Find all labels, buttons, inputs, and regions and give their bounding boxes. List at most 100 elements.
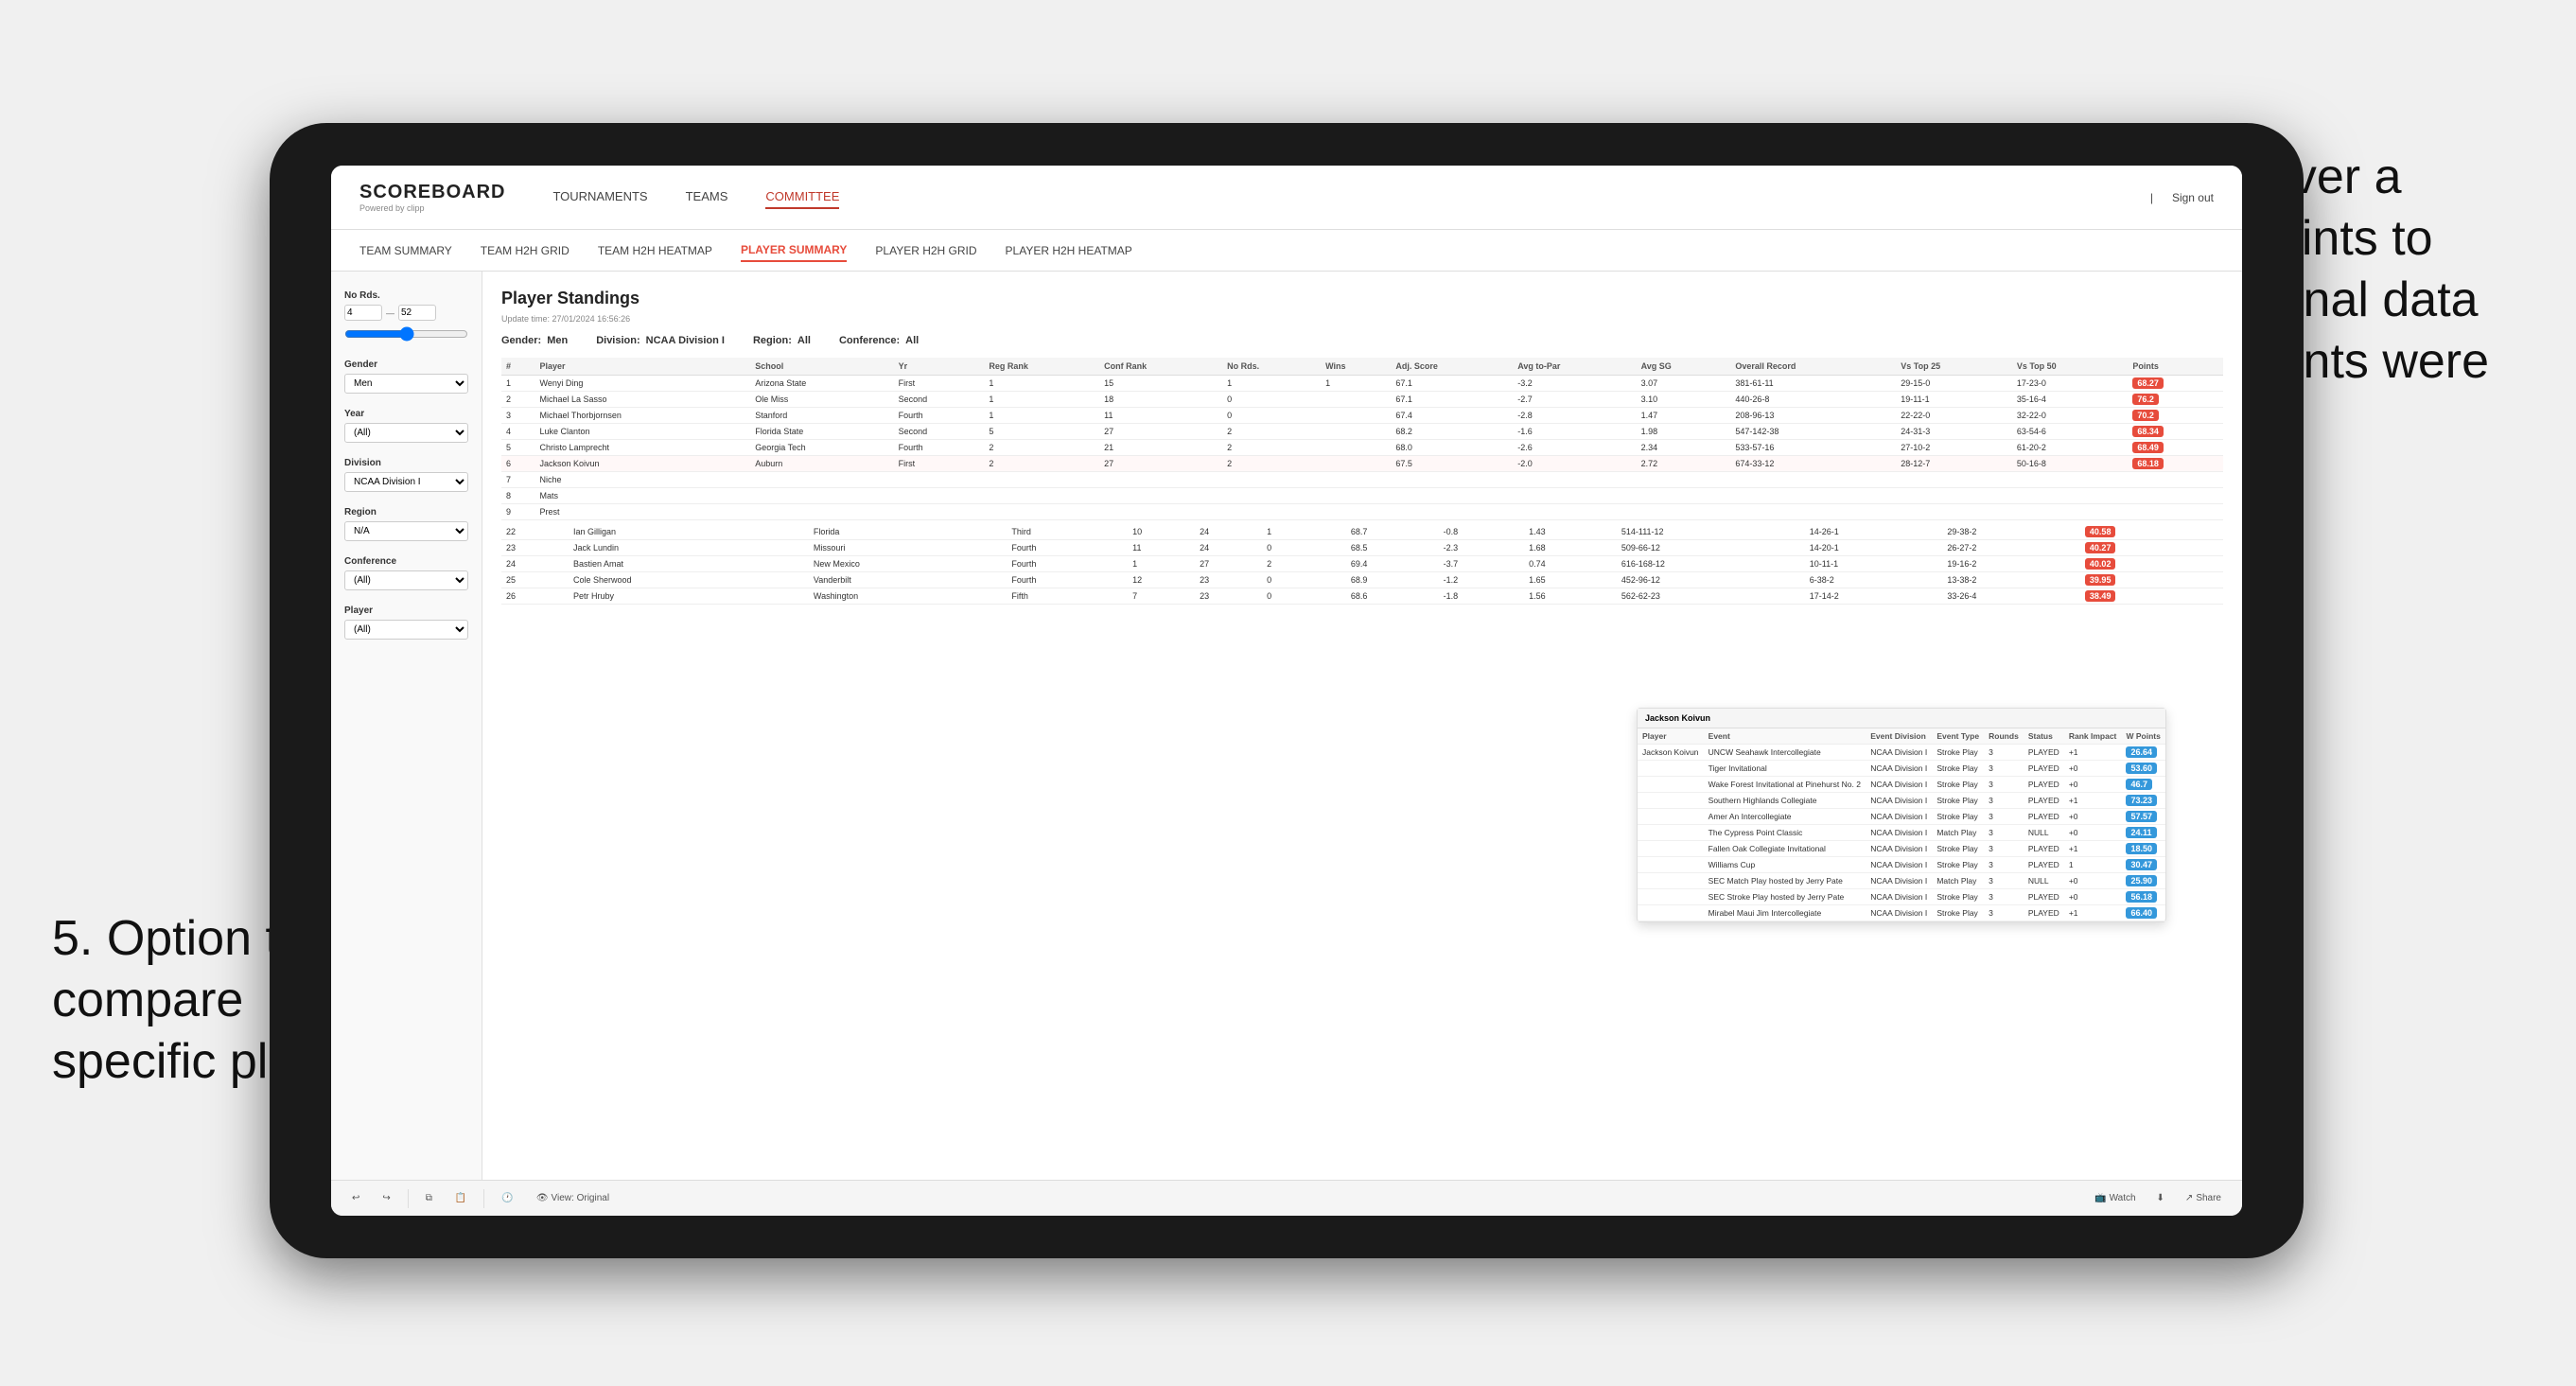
redo-button[interactable]: ↪ — [377, 1190, 395, 1206]
popup-table-header: Player Event Event Division Event Type R… — [1638, 728, 2165, 745]
footer-toolbar: ↩ ↪ ⧉ 📋 🕐 👁 View: Original 📺 Watch ⬇ — [331, 1180, 2242, 1216]
sidebar-year-section: Year (All) — [344, 409, 468, 443]
popup-row: Amer An Intercollegiate NCAA Division I … — [1638, 808, 2165, 824]
sign-out-link[interactable]: Sign out — [2172, 191, 2214, 204]
table-row: 23 Jack Lundin Missouri Fourth 11 24 0 6… — [501, 540, 2223, 556]
year-select[interactable]: (All) — [344, 423, 468, 443]
nav-item-teams[interactable]: TEAMS — [686, 185, 728, 209]
points-badge-active[interactable]: 68.18 — [2132, 458, 2164, 469]
col-wins: Wins — [1321, 358, 1391, 376]
player-select[interactable]: (All) — [344, 620, 468, 640]
popup-col-points: W Points — [2121, 728, 2165, 745]
col-yr: Yr — [894, 358, 985, 376]
col-adj-score: Adj. Score — [1391, 358, 1513, 376]
col-vs50: Vs Top 50 — [2012, 358, 2129, 376]
nav-item-tournaments[interactable]: TOURNAMENTS — [552, 185, 647, 209]
tablet-screen: SCOREBOARD Powered by clipp TOURNAMENTS … — [331, 166, 2242, 1216]
points-badge[interactable]: 40.02 — [2085, 558, 2116, 570]
subnav-player-h2h-grid[interactable]: PLAYER H2H GRID — [875, 240, 976, 261]
points-badge[interactable]: 40.58 — [2085, 526, 2116, 537]
outer-wrapper: 4. Hover over a player's points to see a… — [0, 0, 2576, 1386]
popup-points: 57.57 — [2126, 811, 2157, 822]
logo-title: SCOREBOARD — [359, 182, 505, 203]
popup-points: 73.23 — [2126, 795, 2157, 806]
watch-button[interactable]: 📺 Watch — [2089, 1190, 2141, 1206]
col-player: Player — [534, 358, 750, 376]
view-original-button[interactable]: 👁 View: Original — [531, 1190, 615, 1206]
watch-icon: 📺 — [2094, 1193, 2106, 1203]
conference-select[interactable]: (All) — [344, 570, 468, 590]
table-row: 24 Bastien Amat New Mexico Fourth 1 27 2… — [501, 556, 2223, 572]
points-badge[interactable]: 68.34 — [2132, 426, 2164, 437]
popup-row: Williams Cup NCAA Division I Stroke Play… — [1638, 856, 2165, 872]
points-badge[interactable]: 68.27 — [2132, 377, 2164, 389]
separator-2 — [483, 1189, 484, 1208]
standings-table: # Player School Yr Reg Rank Conf Rank No… — [501, 358, 2223, 520]
clock-button[interactable]: 🕐 — [496, 1190, 518, 1206]
event-popup-header: Jackson Koivun — [1638, 709, 2165, 728]
paste-button[interactable]: 📋 — [449, 1190, 472, 1206]
no-rds-slider[interactable] — [344, 326, 468, 342]
sidebar-gender-section: Gender Men Women — [344, 360, 468, 394]
sidebar: No Rds. — Gender Men Women — [331, 272, 482, 1180]
popup-points: 56.18 — [2126, 891, 2157, 903]
table-row: 6 Jackson Koivun Auburn First 2 27 2 67.… — [501, 456, 2223, 472]
points-badge[interactable]: 76.2 — [2132, 394, 2159, 405]
subnav-player-summary[interactable]: PLAYER SUMMARY — [741, 239, 847, 262]
no-rds-min-input[interactable] — [344, 305, 382, 321]
copy-button[interactable]: ⧉ — [420, 1190, 438, 1206]
nav-item-committee[interactable]: COMMITTEE — [765, 185, 839, 209]
popup-col-rounds: Rounds — [1984, 728, 2024, 745]
popup-row: SEC Stroke Play hosted by Jerry Pate NCA… — [1638, 888, 2165, 904]
share-label: Share — [2196, 1193, 2221, 1203]
content-area: Player Standings Update time: 27/01/2024… — [482, 272, 2242, 1180]
section-header: Player Standings Update time: 27/01/2024… — [501, 289, 2223, 324]
col-points: Points — [2128, 358, 2223, 376]
watch-label: Watch — [2110, 1193, 2136, 1203]
player-label: Player — [344, 605, 468, 616]
no-rds-max-input[interactable] — [398, 305, 436, 321]
conference-label: Conference — [344, 556, 468, 567]
gender-select[interactable]: Men Women — [344, 374, 468, 394]
table-row: 1 Wenyi Ding Arizona State First 1 15 1 … — [501, 376, 2223, 392]
undo-button[interactable]: ↩ — [346, 1190, 365, 1206]
table-body: 1 Wenyi Ding Arizona State First 1 15 1 … — [501, 376, 2223, 520]
points-badge[interactable]: 68.49 — [2132, 442, 2164, 453]
popup-header-row: Player Event Event Division Event Type R… — [1638, 728, 2165, 745]
points-badge[interactable]: 40.27 — [2085, 542, 2116, 553]
popup-col-player: Player — [1638, 728, 1704, 745]
subnav-team-h2h-grid[interactable]: TEAM H2H GRID — [481, 240, 570, 261]
points-badge[interactable]: 70.2 — [2132, 410, 2159, 421]
table-row: 9 Prest — [501, 504, 2223, 520]
no-rds-range: — — [344, 305, 468, 321]
share-button[interactable]: ↗ Share — [2180, 1190, 2227, 1206]
popup-row: Fallen Oak Collegiate Invitational NCAA … — [1638, 840, 2165, 856]
year-label: Year — [344, 409, 468, 419]
popup-points: 26.64 — [2126, 746, 2157, 758]
download-button[interactable]: ⬇ — [2151, 1190, 2170, 1206]
table-body-lower: 22 Ian Gilligan Florida Third 10 24 1 68… — [501, 524, 2223, 605]
popup-table-body: Jackson Koivun UNCW Seahawk Intercollegi… — [1638, 744, 2165, 921]
col-conf-rank: Conf Rank — [1099, 358, 1222, 376]
popup-col-status: Status — [2024, 728, 2064, 745]
subnav-team-summary[interactable]: TEAM SUMMARY — [359, 240, 452, 261]
popup-table: Player Event Event Division Event Type R… — [1638, 728, 2165, 921]
popup-points: 66.40 — [2126, 907, 2157, 919]
col-vs25: Vs Top 25 — [1896, 358, 2012, 376]
col-avg-sg: Avg SG — [1637, 358, 1731, 376]
region-select[interactable]: N/A — [344, 521, 468, 541]
points-badge[interactable]: 38.49 — [2085, 590, 2116, 602]
gender-label: Gender — [344, 360, 468, 370]
division-select[interactable]: NCAA Division I — [344, 472, 468, 492]
subnav-team-h2h-heatmap[interactable]: TEAM H2H HEATMAP — [598, 240, 712, 261]
popup-row: Tiger Invitational NCAA Division I Strok… — [1638, 760, 2165, 776]
filter-region: Region: All — [753, 335, 811, 346]
popup-points: 25.90 — [2126, 875, 2157, 886]
footer-right: 📺 Watch ⬇ ↗ Share — [2089, 1190, 2227, 1206]
col-record: Overall Record — [1730, 358, 1896, 376]
points-badge[interactable]: 39.95 — [2085, 574, 2116, 586]
popup-row: Wake Forest Invitational at Pinehurst No… — [1638, 776, 2165, 792]
subnav-player-h2h-heatmap[interactable]: PLAYER H2H HEATMAP — [1006, 240, 1132, 261]
view-label: View: Original — [552, 1193, 610, 1203]
separator-1 — [408, 1189, 409, 1208]
